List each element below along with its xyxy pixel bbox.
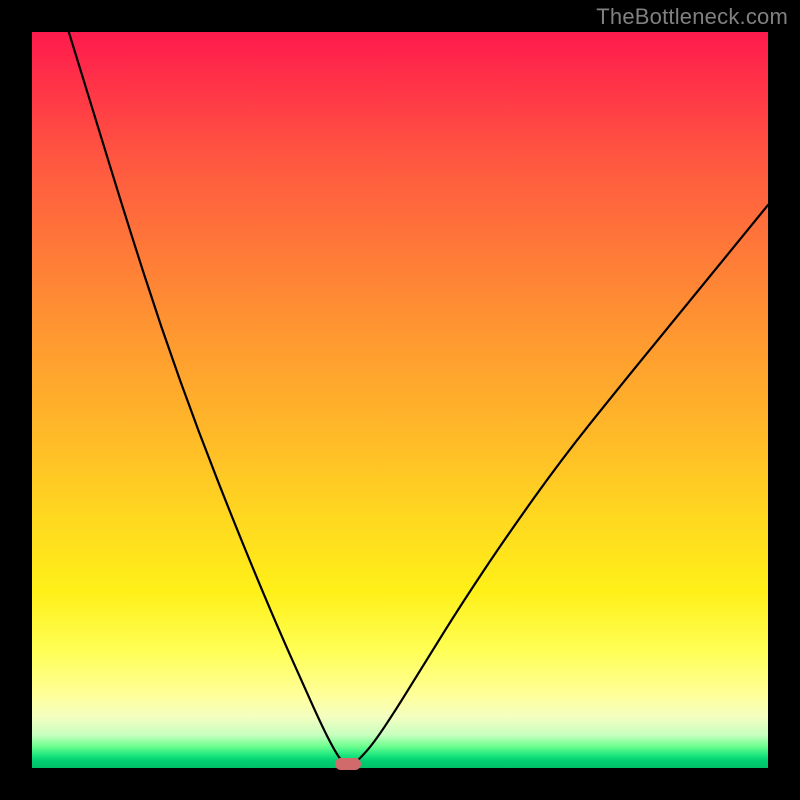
bottleneck-curve [32, 32, 768, 768]
bottleneck-marker [335, 758, 361, 770]
plot-area [32, 32, 768, 768]
curve-right-branch [348, 205, 768, 768]
chart-frame: TheBottleneck.com [0, 0, 800, 800]
curve-left-branch [69, 32, 349, 768]
watermark-text: TheBottleneck.com [596, 4, 788, 30]
